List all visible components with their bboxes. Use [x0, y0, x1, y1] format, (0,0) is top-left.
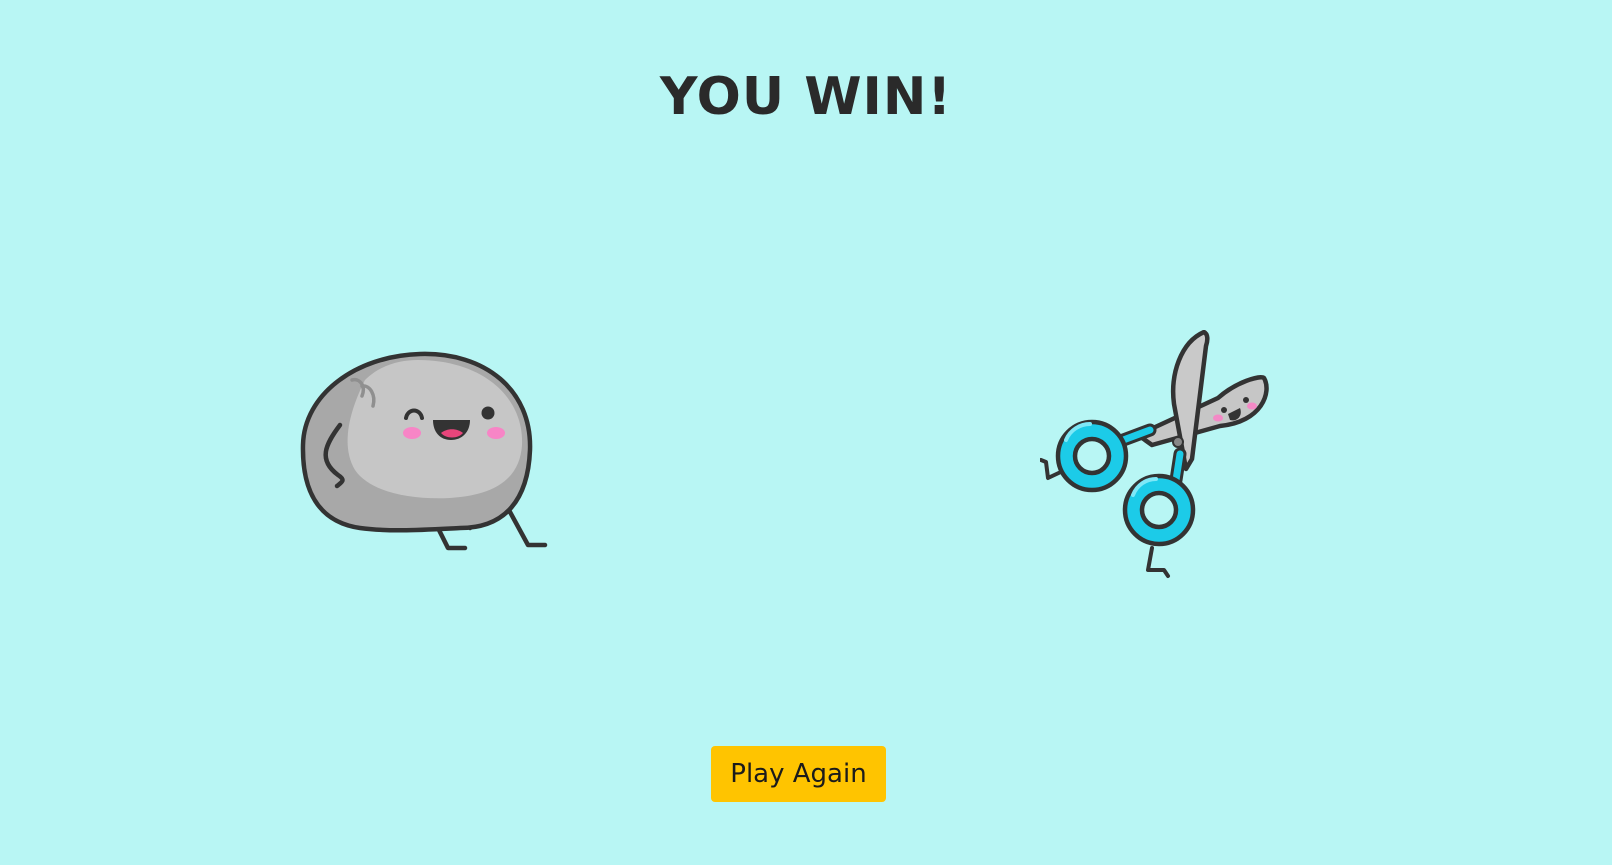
scissors-character-icon	[1040, 330, 1269, 578]
rock-character-icon	[300, 351, 548, 551]
game-result-screen: YOU WIN! Play Again	[0, 0, 1612, 865]
result-title: YOU WIN!	[659, 67, 953, 127]
play-again-button[interactable]: Play Again	[711, 746, 886, 802]
